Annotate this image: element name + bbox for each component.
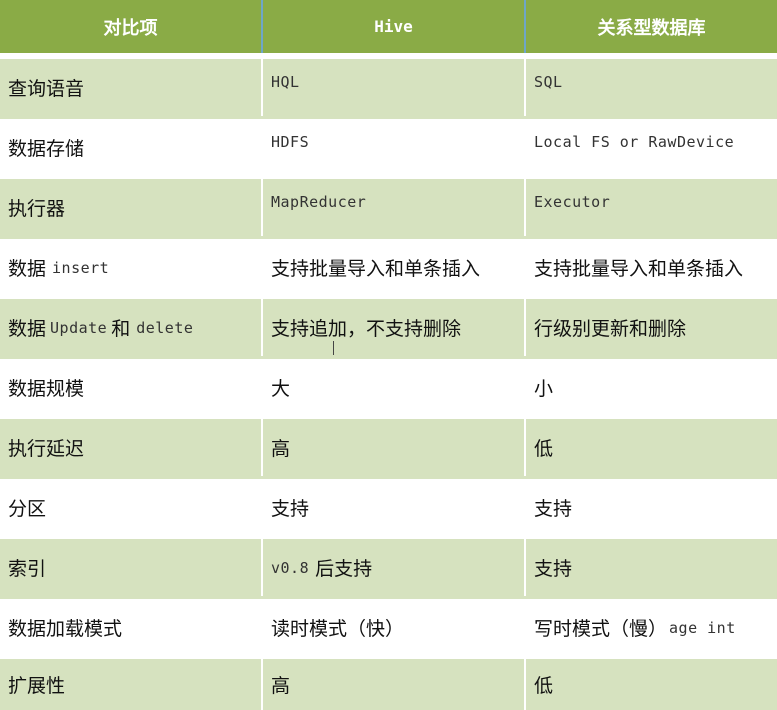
row-hive-code: v0.8 — [271, 558, 310, 577]
row-hive-cell: 支持追加，不支持删除 — [261, 299, 524, 356]
row-rdbms-cell: 支持 — [524, 479, 777, 536]
table-row: 查询语音 HQL SQL — [0, 56, 777, 116]
row-item-cell: 数据加载模式 — [8, 618, 123, 640]
row-rdbms-cell: 支持批量导入和单条插入 — [524, 239, 777, 296]
row-item-code-2: delete — [136, 318, 194, 337]
row-item-cell: 索引 — [8, 558, 47, 580]
row-hive-cell: v0.8 后支持 — [261, 539, 524, 596]
row-hive-cell: HDFS — [261, 119, 524, 176]
table-row: 数据规模 大 小 — [0, 356, 777, 416]
row-item-code: Update — [50, 318, 108, 337]
table-header-row: 对比项 Hive 关系型数据库 — [0, 0, 777, 53]
row-rdbms-code: age int — [669, 618, 736, 637]
table-row: 索引 v0.8 后支持 支持 — [0, 536, 777, 596]
row-hive-cell: 支持批量导入和单条插入 — [261, 239, 524, 296]
text-cursor-icon — [333, 341, 340, 355]
row-rdbms-cell: SQL — [524, 59, 777, 116]
row-hive-cell: 高 — [261, 659, 524, 710]
row-rdbms-cell: 低 — [524, 419, 777, 476]
table-row: 扩展性 高 低 — [0, 656, 777, 710]
row-hive-cell: 高 — [261, 419, 524, 476]
row-hive-cell: HQL — [261, 59, 524, 116]
row-item-cell: 数据 insert — [0, 239, 261, 296]
row-item-prefix: 数据 — [8, 258, 47, 280]
row-item-mid: 和 — [111, 318, 131, 340]
header-cell-item: 对比项 — [103, 17, 158, 39]
row-hive-cell: 读时模式（快） — [261, 599, 524, 656]
row-rdbms-cell: Executor — [524, 179, 777, 236]
row-item-cell: 数据 Update 和 delete — [0, 299, 261, 356]
comparison-table: 对比项 Hive 关系型数据库 查询语音 HQL SQL 数据存储 HDFS L… — [0, 0, 777, 710]
table-row: 执行延迟 高 低 — [0, 416, 777, 476]
row-hive-cell: 支持 — [261, 479, 524, 536]
row-rdbms-prefix: 写时模式（慢） — [534, 618, 668, 640]
row-rdbms-cell: 支持 — [524, 539, 777, 596]
table-row: 数据加载模式 读时模式（快） 写时模式（慢） age int — [0, 596, 777, 656]
row-item-prefix: 数据 — [8, 318, 47, 340]
row-item-cell: 数据规模 — [8, 378, 85, 400]
row-item-cell: 数据存储 — [8, 138, 85, 160]
row-rdbms-cell: 行级别更新和删除 — [524, 299, 777, 356]
row-item-cell: 执行延迟 — [8, 438, 85, 460]
row-rdbms-cell: 写时模式（慢） age int — [524, 599, 777, 656]
row-rdbms-cell: Local FS or RawDevice — [524, 119, 777, 176]
header-cell-rdbms: 关系型数据库 — [524, 0, 777, 53]
table-row: 数据存储 HDFS Local FS or RawDevice — [0, 116, 777, 176]
row-rdbms-cell: 低 — [524, 659, 777, 710]
table-row: 分区 支持 支持 — [0, 476, 777, 536]
row-item-cell: 分区 — [8, 498, 47, 520]
row-item-cell: 扩展性 — [8, 675, 66, 697]
row-item-cell: 查询语音 — [8, 78, 85, 100]
row-item-code: insert — [52, 258, 110, 277]
row-rdbms-cell: 小 — [524, 359, 777, 416]
row-hive-cell: 大 — [261, 359, 524, 416]
row-hive-suffix: 后支持 — [315, 558, 373, 580]
table-row: 执行器 MapReducer Executor — [0, 176, 777, 236]
row-hive-cell: MapReducer — [261, 179, 524, 236]
header-cell-hive: Hive — [261, 0, 524, 53]
row-item-cell: 执行器 — [8, 198, 66, 220]
table-row: 数据 Update 和 delete 支持追加，不支持删除 行级别更新和删除 — [0, 296, 777, 356]
table-row: 数据 insert 支持批量导入和单条插入 支持批量导入和单条插入 — [0, 236, 777, 296]
